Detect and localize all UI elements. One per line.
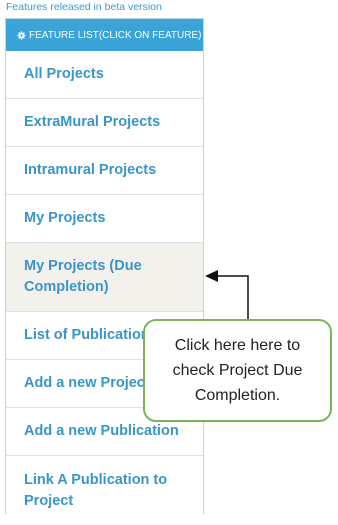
callout-line-2: check Project Due: [172, 362, 303, 379]
callout-text: Click here here to check Project Due Com…: [173, 333, 303, 408]
pointer-arrow-icon: [205, 270, 249, 321]
callout-line-1: Click here here to: [174, 337, 301, 354]
callout-line-3: Completion.: [194, 387, 281, 404]
callout-tooltip: Click here here to check Project Due Com…: [143, 319, 332, 422]
